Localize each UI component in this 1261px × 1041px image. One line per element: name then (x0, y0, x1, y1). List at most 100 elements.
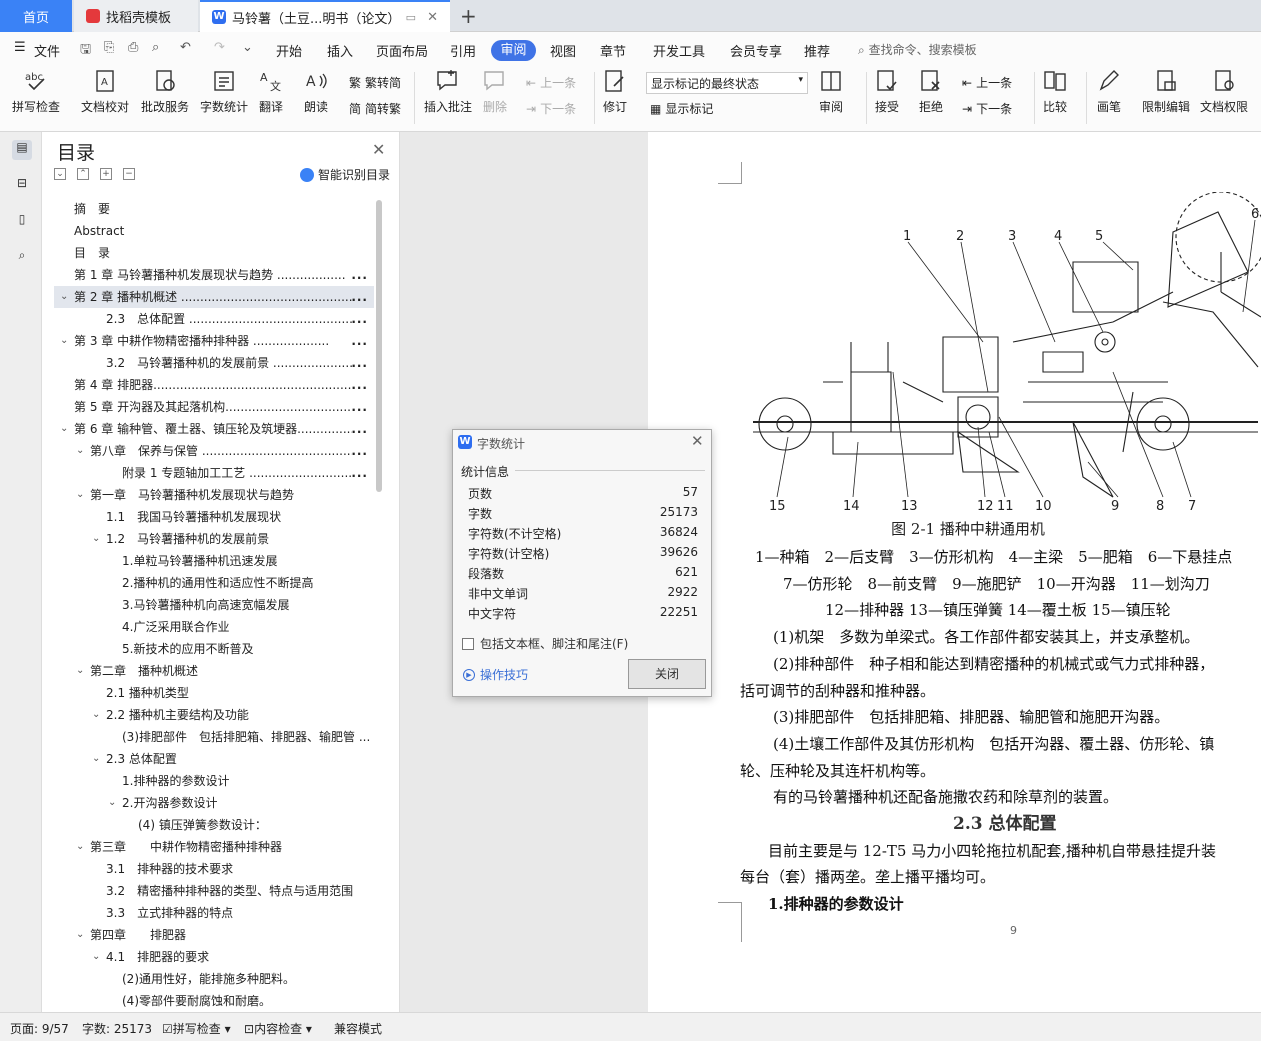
doc-proof-button[interactable]: A 文档校对 (81, 68, 129, 115)
tab-document[interactable]: W 马铃薯（土豆...明书（论文） ▭ ✕ (200, 0, 450, 32)
toc-item[interactable]: Abstract (54, 220, 374, 242)
toc-item[interactable]: ⌄ 2.2 播种机主要结构及功能 (54, 704, 374, 726)
toc-item[interactable]: ⌄ 第 2 章 播种机概述 ...........................… (54, 286, 374, 308)
include-notes-checkbox[interactable]: 包括文本框、脚注和尾注(F) (462, 635, 628, 652)
toc-item[interactable]: ⌄ 第二章 播种机概述 (54, 660, 374, 682)
toc-item[interactable]: 3.2 精密播种排种器的类型、特点与适用范围 (54, 880, 374, 902)
toc-item[interactable]: 3.3 立式排种器的特点 (54, 902, 374, 924)
delete-comment-button[interactable]: 删除 (482, 68, 508, 115)
redo-icon[interactable]: ↷ (214, 40, 225, 55)
page-indicator[interactable]: 页面: 9/57 (10, 1020, 69, 1037)
menu-devtools[interactable]: 开发工具 (653, 41, 705, 60)
toc-item[interactable]: 2.1 播种机类型 (54, 682, 374, 704)
remove-item-icon[interactable]: − (123, 168, 135, 180)
expand-arrow-icon[interactable]: ⌄ (76, 484, 84, 506)
translate-button[interactable]: A文 翻译 (258, 68, 284, 115)
reject-button[interactable]: 拒绝 (918, 68, 944, 115)
screen-icon[interactable]: ▭ (406, 11, 416, 24)
toc-item[interactable]: ⌄ 2.3 总体配置 (54, 748, 374, 770)
show-markup-button[interactable]: ▦ 显示标记 (650, 100, 713, 117)
toc-item[interactable]: (4)零部件要耐腐蚀和耐磨。 (54, 990, 374, 1012)
toc-item[interactable]: ⌄ 1.2 马铃薯播种机的发展前景 (54, 528, 374, 550)
accept-button[interactable]: 接受 (874, 68, 900, 115)
print-icon[interactable]: ⎙ (128, 40, 138, 55)
menu-review[interactable]: 审阅 (491, 40, 536, 61)
toc-nav-icon[interactable]: ▤ (12, 140, 32, 160)
tab-home[interactable]: 首页 (0, 0, 72, 32)
doc-permission-button[interactable]: 文档权限 (1200, 68, 1248, 115)
content-check-status[interactable]: ⊡内容检查 ▾ (244, 1020, 312, 1037)
menu-view[interactable]: 视图 (550, 41, 576, 60)
chapter-nav-icon[interactable]: ⊟ (12, 176, 32, 196)
toc-scrollbar[interactable] (376, 200, 382, 492)
new-tab-icon[interactable]: + (460, 4, 477, 28)
toc-item[interactable]: 第 5 章 开沟器及其起落机构.........................… (54, 396, 374, 418)
toc-item[interactable]: 1.1 我国马铃薯播种机发展现状 (54, 506, 374, 528)
dialog-close-icon[interactable]: ✕ (691, 432, 704, 450)
close-icon[interactable]: ✕ (372, 140, 385, 159)
toc-item[interactable]: 附录 1 专题轴加工工艺 ...........................… (54, 462, 374, 484)
approve-service-button[interactable]: 批改服务 (141, 68, 189, 115)
toc-item[interactable]: ⌄ 第八章 保养与保管 .............................… (54, 440, 374, 462)
menu-file[interactable]: 文件 (34, 41, 60, 60)
menu-member[interactable]: 会员专享 (730, 41, 782, 60)
toc-item[interactable]: (2)通用性好，能排施多种肥料。 (54, 968, 374, 990)
toc-item[interactable]: 3.马铃薯播种机向高速宽幅发展 (54, 594, 374, 616)
collapse-all-icon[interactable]: ⌄ (54, 168, 66, 180)
export-icon[interactable]: ⎘ (104, 40, 114, 55)
read-aloud-button[interactable]: A 朗读 (303, 68, 329, 115)
menu-recommend[interactable]: 推荐 (804, 41, 830, 60)
word-count-button[interactable]: 字数统计 (200, 68, 248, 115)
expand-arrow-icon[interactable]: ⌄ (60, 418, 68, 440)
toc-item[interactable]: 3.1 排种器的技术要求 (54, 858, 374, 880)
more-icon[interactable]: ⌄ (242, 40, 253, 55)
expand-arrow-icon[interactable]: ⌄ (76, 440, 84, 462)
tab-template[interactable]: 找稻壳模板 (74, 0, 198, 32)
toc-item[interactable]: 2.播种机的通用性和适应性不断提高 (54, 572, 374, 594)
prev-comment-button[interactable]: ⇤ 上一条 (526, 74, 576, 91)
expand-arrow-icon[interactable]: ⌄ (60, 330, 68, 352)
toc-item[interactable]: 第 1 章 马铃薯播种机发展现状与趋势 ....................… (54, 264, 374, 286)
expand-arrow-icon[interactable]: ⌄ (92, 748, 100, 770)
menu-start[interactable]: 开始 (276, 41, 302, 60)
tips-link[interactable]: ▶ 操作技巧 (463, 666, 528, 683)
next-comment-button[interactable]: ⇥ 下一条 (526, 100, 576, 117)
close-button[interactable]: 关闭 (628, 659, 706, 689)
bookmark-icon[interactable]: ▯ (12, 212, 32, 232)
expand-up-icon[interactable]: ⌃ (77, 168, 89, 180)
prev-change-button[interactable]: ⇤ 上一条 (962, 74, 1012, 91)
expand-arrow-icon[interactable]: ⌄ (76, 924, 84, 946)
expand-arrow-icon[interactable]: ⌄ (60, 286, 68, 308)
toc-item[interactable]: 1.排种器的参数设计 (54, 770, 374, 792)
toc-item[interactable]: ⌄ 4.1 排肥器的要求 (54, 946, 374, 968)
expand-arrow-icon[interactable]: ⌄ (108, 792, 116, 814)
save-icon[interactable]: 🖫 (80, 40, 91, 62)
toc-item[interactable]: (3)排肥部件 包括排肥箱、排肥器、输肥管 ... (54, 726, 374, 748)
toc-item[interactable]: 3.2 马铃薯播种机的发展前景 ........................ (54, 352, 374, 374)
toc-item[interactable]: ⌄ 第一章 马铃薯播种机发展现状与趋势 (54, 484, 374, 506)
restrict-edit-button[interactable]: 限制编辑 (1142, 68, 1190, 115)
toc-item[interactable]: 摘 要 (54, 198, 374, 220)
expand-arrow-icon[interactable]: ⌄ (76, 836, 84, 858)
menu-insert[interactable]: 插入 (327, 41, 353, 60)
add-item-icon[interactable]: + (100, 168, 112, 180)
toc-item[interactable]: 1.单粒马铃薯播种机迅速发展 (54, 550, 374, 572)
tab-close-icon[interactable]: ✕ (427, 10, 438, 25)
menu-layout[interactable]: 页面布局 (376, 41, 428, 60)
toc-item[interactable]: ⌄ 第三章 中耕作物精密播种排种器 (54, 836, 374, 858)
toc-item[interactable]: 5.新技术的应用不断普及 (54, 638, 374, 660)
preview-icon[interactable]: ⌕ (152, 40, 159, 55)
spell-check-status[interactable]: ☑拼写检查 ▾ (162, 1020, 231, 1037)
markup-state-select[interactable]: 显示标记的最终状态 ▾ (646, 72, 808, 94)
toc-item[interactable]: 4.广泛采用联合作业 (54, 616, 374, 638)
toc-item[interactable]: 第 4 章 排肥器...............................… (54, 374, 374, 396)
toc-item[interactable]: ⌄ 2.开沟器参数设计 (54, 792, 374, 814)
next-change-button[interactable]: ⇥ 下一条 (962, 100, 1012, 117)
toc-item[interactable]: 2.3 总体配置 ...............................… (54, 308, 374, 330)
expand-arrow-icon[interactable]: ⌄ (92, 528, 100, 550)
smart-toc-button[interactable]: 智能识别目录 (300, 166, 390, 183)
hamburger-icon[interactable]: ☰ (14, 40, 26, 55)
toc-item[interactable]: ⌄ 第四章 排肥器 (54, 924, 374, 946)
expand-arrow-icon[interactable]: ⌄ (92, 704, 100, 726)
undo-icon[interactable]: ↶ (180, 40, 191, 55)
